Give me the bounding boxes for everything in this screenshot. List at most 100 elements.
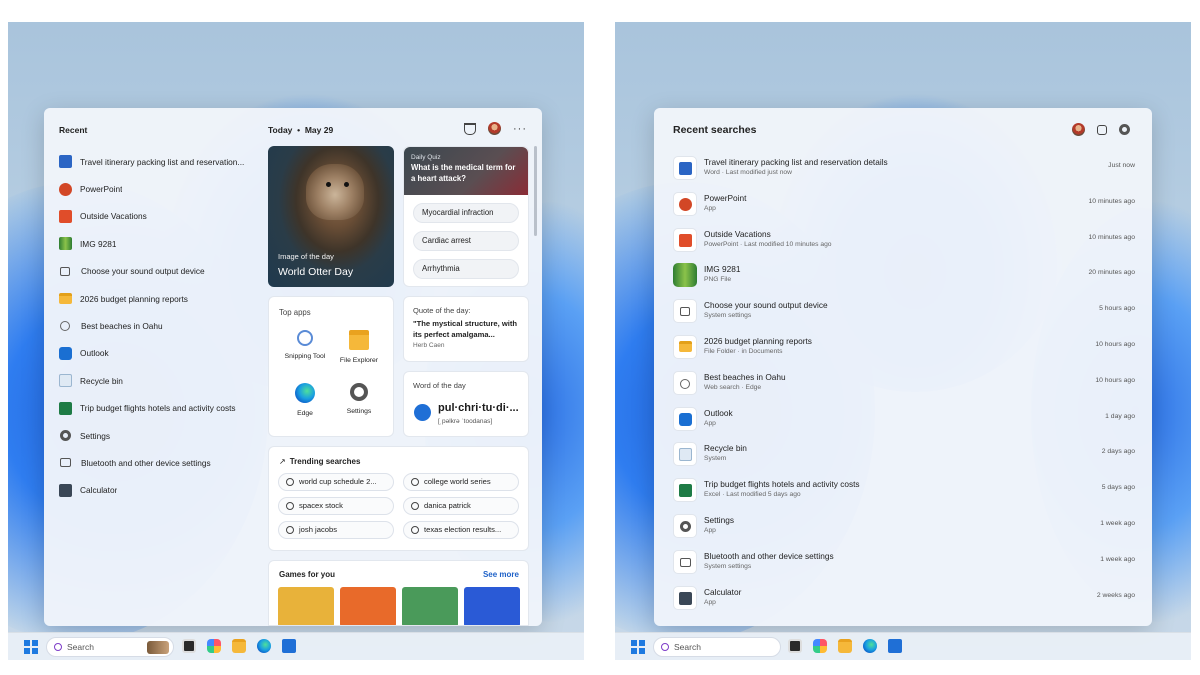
see-more-link[interactable]: See more — [483, 570, 519, 579]
otter-image — [306, 164, 364, 220]
connect-icon[interactable] — [1097, 124, 1107, 135]
speaker-icon — [60, 266, 70, 276]
taskbar-search-input[interactable]: Search — [653, 637, 781, 657]
avatar[interactable] — [1072, 123, 1085, 136]
recent-item[interactable]: Outside Vacations — [59, 203, 259, 230]
list-item[interactable]: Recycle bin System 2 days ago — [673, 437, 1135, 473]
file-explorer-icon[interactable] — [232, 639, 246, 653]
taskbar-search-input[interactable]: Search — [46, 637, 174, 657]
app-edge[interactable]: Edge — [277, 383, 333, 417]
recent-item[interactable]: Best beaches in Oahu — [59, 312, 259, 339]
trending-pill[interactable]: josh jacobs — [278, 521, 394, 539]
trophy-icon[interactable] — [464, 122, 476, 135]
task-view-icon[interactable] — [788, 639, 802, 653]
recent-item[interactable]: Travel itinerary packing list and reserv… — [59, 148, 259, 175]
powerpoint-icon — [679, 197, 692, 211]
game-tile[interactable] — [278, 587, 334, 625]
recent-searches-list: Travel itinerary packing list and reserv… — [673, 151, 1135, 616]
quiz-header: Daily Quiz What is the medical term for … — [404, 147, 528, 195]
app-settings[interactable]: Settings — [331, 383, 387, 415]
word-of-the-day-card[interactable]: Word of the day pul·chri·tu·di·... [ˌpəl… — [403, 371, 529, 437]
folder-icon — [59, 293, 72, 305]
recent-item[interactable]: 2026 budget planning reports — [59, 285, 259, 312]
list-item[interactable]: Outlook App 1 day ago — [673, 402, 1135, 438]
list-item[interactable]: Outside Vacations PowerPoint · Last modif… — [673, 223, 1135, 259]
list-item[interactable]: Calculator App 2 weeks ago — [673, 581, 1135, 617]
trending-pill[interactable]: danica patrick — [403, 497, 519, 515]
trending-pill[interactable]: college world series — [403, 473, 519, 491]
search-icon — [60, 321, 70, 332]
recent-item[interactable]: Trip budget flights hotels and activity … — [59, 395, 259, 422]
bluetooth-icon — [60, 458, 71, 468]
recycle-bin-icon — [59, 374, 72, 388]
taskbar: Search — [615, 632, 1191, 660]
item-icon-box — [673, 549, 697, 574]
list-item[interactable]: Travel itinerary packing list and reserv… — [673, 151, 1135, 187]
header-actions — [1072, 123, 1130, 136]
recent-list: Travel itinerary packing list and reserv… — [59, 148, 259, 504]
copilot-icon[interactable] — [813, 639, 827, 653]
search-icon — [286, 478, 294, 486]
games-card: Games for you See more — [268, 560, 529, 626]
game-tile[interactable] — [464, 587, 520, 625]
taskbar-apps — [788, 639, 902, 653]
avatar[interactable] — [488, 122, 501, 135]
quiz-option[interactable]: Myocardial infraction — [413, 203, 519, 223]
recent-item[interactable]: Recycle bin — [59, 367, 259, 394]
recent-item[interactable]: Calculator — [59, 477, 259, 504]
task-view-icon[interactable] — [182, 639, 196, 653]
trending-arrow-icon: ↗ — [279, 457, 286, 466]
item-icon-box — [673, 585, 697, 610]
quiz-option[interactable]: Cardiac arrest — [413, 231, 519, 251]
app-file-explorer[interactable]: File Explorer — [331, 330, 387, 364]
search-highlight-icon — [147, 641, 169, 654]
list-item[interactable]: PowerPoint App 10 minutes ago — [673, 187, 1135, 223]
quote-of-the-day-card[interactable]: Quote of the day: "The mystical structur… — [403, 296, 529, 362]
file-explorer-icon[interactable] — [838, 639, 852, 653]
recent-item[interactable]: Choose your sound output device — [59, 258, 259, 285]
scrollbar[interactable] — [534, 146, 537, 236]
list-item[interactable]: Bluetooth and other device settings Syste… — [673, 545, 1135, 581]
recent-item[interactable]: Outlook — [59, 340, 259, 367]
trending-pill[interactable]: spacex stock — [278, 497, 394, 515]
folder-icon — [679, 340, 692, 352]
recent-item[interactable]: PowerPoint — [59, 175, 259, 202]
app-snipping-tool[interactable]: Snipping Tool — [277, 330, 333, 360]
start-icon[interactable] — [631, 640, 645, 654]
list-item[interactable]: Trip budget flights hotels and activity … — [673, 473, 1135, 509]
copilot-icon[interactable] — [207, 639, 221, 653]
settings-icon — [350, 383, 368, 401]
image-of-the-day-card[interactable]: Image of the day World Otter Day — [268, 146, 394, 287]
powerpoint-icon — [59, 182, 72, 196]
trending-pill[interactable]: texas election results... — [403, 521, 519, 539]
start-icon[interactable] — [24, 640, 38, 654]
list-item[interactable]: Choose your sound output device System se… — [673, 294, 1135, 330]
pronounce-speaker-icon[interactable] — [414, 404, 431, 421]
edge-icon[interactable] — [257, 639, 271, 653]
recent-item[interactable]: Settings — [59, 422, 259, 449]
recent-item[interactable]: Bluetooth and other device settings — [59, 449, 259, 476]
recent-item[interactable]: IMG 9281 — [59, 230, 259, 257]
edge-icon[interactable] — [863, 639, 877, 653]
gear-icon[interactable] — [1119, 124, 1130, 135]
otter-eye — [344, 182, 349, 187]
today-header: Today • May 29 — [268, 125, 334, 135]
more-options-icon[interactable]: ··· — [513, 123, 527, 134]
desktop-right: Recent searches Travel itinerary packing… — [615, 22, 1191, 660]
excel-icon — [59, 401, 72, 415]
list-item[interactable]: IMG 9281 PNG File 20 minutes ago — [673, 258, 1135, 294]
game-tile[interactable] — [340, 587, 396, 625]
store-icon[interactable] — [888, 639, 902, 653]
trending-pill[interactable]: world cup schedule 2... — [278, 473, 394, 491]
quiz-option[interactable]: Arrhythmia — [413, 259, 519, 279]
game-tile[interactable] — [402, 587, 458, 625]
top-apps-card: Top apps Snipping Tool File Explorer Edg… — [268, 296, 394, 437]
list-item[interactable]: Settings App 1 week ago — [673, 509, 1135, 545]
trending-title: ↗ Trending searches — [279, 457, 361, 466]
trending-searches-card: ↗ Trending searches world cup schedule 2.… — [268, 446, 529, 551]
list-item[interactable]: 2026 budget planning reports File Folder … — [673, 330, 1135, 366]
list-item[interactable]: Best beaches in Oahu Web search · Edge 10 … — [673, 366, 1135, 402]
search-icon — [286, 526, 294, 534]
store-icon[interactable] — [282, 639, 296, 653]
recent-searches-flyout: Recent searches Travel itinerary packing… — [654, 108, 1152, 626]
